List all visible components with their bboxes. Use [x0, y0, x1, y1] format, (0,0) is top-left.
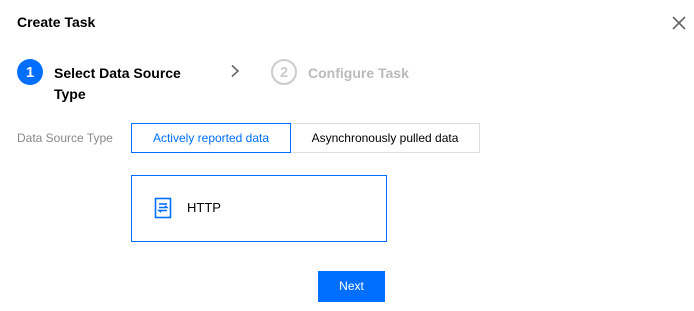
dialog-title: Create Task [17, 14, 96, 30]
data-source-type-label: Data Source Type [17, 131, 113, 145]
step-select-data-source: 1 Select Data Source Type [17, 59, 204, 105]
next-button[interactable]: Next [318, 271, 385, 302]
option-asynchronously-pulled[interactable]: Asynchronously pulled data [290, 123, 480, 153]
step-number-badge: 1 [17, 59, 43, 85]
close-icon[interactable] [672, 16, 688, 32]
step-label: Configure Task [308, 65, 409, 81]
option-actively-reported[interactable]: Actively reported data [131, 123, 291, 153]
document-icon [154, 197, 172, 219]
http-source-card[interactable]: HTTP [131, 175, 387, 242]
step-label: Select Data Source Type [54, 65, 181, 102]
card-label: HTTP [187, 200, 221, 215]
create-task-dialog: Create Task 1 Select Data Source Type 2 … [0, 0, 694, 311]
step-configure-task: 2 Configure Task [271, 59, 409, 85]
chevron-right-icon [229, 64, 241, 78]
step-number-badge: 2 [271, 59, 297, 85]
